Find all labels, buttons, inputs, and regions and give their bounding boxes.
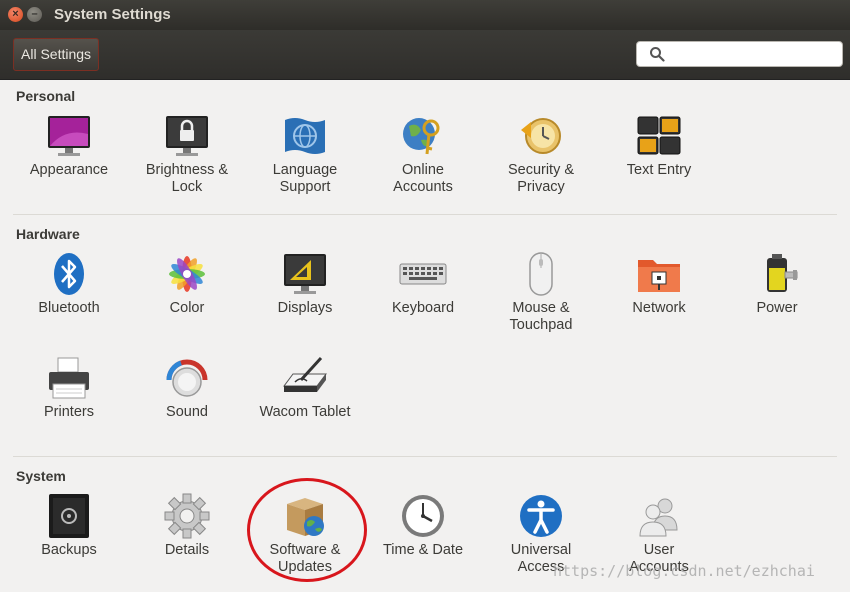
item-label: Power <box>756 300 798 316</box>
item-label: Color <box>169 300 205 316</box>
settings-item-time-date[interactable]: Time & Date <box>364 492 482 559</box>
close-window-button[interactable]: × <box>8 7 23 22</box>
section-title-hardware: Hardware <box>16 226 80 242</box>
settings-item-power[interactable]: Power <box>718 250 836 317</box>
item-label: Network <box>632 300 686 316</box>
item-label: Appearance <box>29 162 109 178</box>
settings-item-printers[interactable]: Printers <box>10 354 128 421</box>
item-label: Displays <box>277 300 333 316</box>
item-label: Time & Date <box>382 542 464 558</box>
settings-content: Personal Appearance Brightness & Lock La… <box>0 80 850 592</box>
close-icon: × <box>12 8 19 20</box>
language-flag-icon <box>285 118 325 154</box>
settings-item-brightness-lock[interactable]: Brightness & Lock <box>128 112 246 196</box>
item-label: Online Accounts <box>393 162 453 195</box>
backups-safe-icon <box>49 494 89 538</box>
window-titlebar: × – System Settings <box>0 0 850 30</box>
brightness-lock-icon <box>166 116 208 156</box>
item-label: Brightness & Lock <box>145 162 229 195</box>
clock-icon <box>402 495 444 537</box>
settings-item-details[interactable]: Details <box>128 492 246 559</box>
item-label: Security & Privacy <box>507 162 575 195</box>
settings-item-color[interactable]: Color <box>128 250 246 317</box>
settings-item-displays[interactable]: Displays <box>246 250 364 317</box>
item-label: Wacom Tablet <box>259 404 351 420</box>
all-settings-button[interactable]: All Settings <box>13 38 100 71</box>
settings-item-security-privacy[interactable]: Security & Privacy <box>482 112 600 196</box>
displays-icon <box>284 254 326 294</box>
keyboard-icon <box>399 263 447 285</box>
section-title-system: System <box>16 468 66 484</box>
settings-item-wacom-tablet[interactable]: Wacom Tablet <box>246 354 364 421</box>
item-label: Details <box>164 542 210 558</box>
red-highlight-circle <box>247 478 367 582</box>
search-input[interactable] <box>636 41 843 67</box>
sound-knob-icon <box>166 359 208 397</box>
minimize-icon: – <box>31 8 38 20</box>
settings-item-online-accounts[interactable]: Online Accounts <box>364 112 482 196</box>
online-accounts-key-icon <box>403 118 440 155</box>
details-gear-icon <box>164 493 210 539</box>
toolbar: All Settings <box>0 30 850 80</box>
settings-item-mouse-touchpad[interactable]: Mouse & Touchpad <box>482 250 600 334</box>
item-label: Keyboard <box>391 300 455 316</box>
settings-item-backups[interactable]: Backups <box>10 492 128 559</box>
window-title: System Settings <box>54 6 171 23</box>
user-accounts-icon <box>639 498 678 537</box>
settings-item-network[interactable]: Network <box>600 250 718 317</box>
bluetooth-icon <box>54 253 84 295</box>
text-entry-icon <box>637 116 681 155</box>
settings-item-appearance[interactable]: Appearance <box>10 112 128 179</box>
item-label: Printers <box>44 404 94 420</box>
universal-access-icon <box>520 495 562 537</box>
item-label: Sound <box>166 404 208 420</box>
watermark-text: https://blog.csdn.net/ezhchai <box>553 562 815 580</box>
item-label: Backups <box>41 542 97 558</box>
settings-item-sound[interactable]: Sound <box>128 354 246 421</box>
printer-icon <box>49 357 89 399</box>
settings-item-bluetooth[interactable]: Bluetooth <box>10 250 128 317</box>
search-icon <box>650 47 665 62</box>
color-wheel-icon <box>169 256 205 292</box>
item-label: Mouse & Touchpad <box>509 300 573 333</box>
security-clock-icon <box>521 118 561 154</box>
settings-item-keyboard[interactable]: Keyboard <box>364 250 482 317</box>
item-label: Text Entry <box>626 162 692 178</box>
minimize-window-button[interactable]: – <box>27 7 42 22</box>
settings-item-text-entry[interactable]: Text Entry <box>600 112 718 179</box>
appearance-icon <box>48 116 90 156</box>
settings-item-language-support[interactable]: Language Support <box>246 112 364 196</box>
network-folder-icon <box>638 260 680 292</box>
section-title-personal: Personal <box>16 88 76 104</box>
power-battery-icon <box>767 254 798 292</box>
wacom-tablet-icon <box>283 356 327 392</box>
item-label: Bluetooth <box>38 300 100 316</box>
mouse-icon <box>529 252 553 296</box>
section-divider <box>13 456 837 457</box>
section-divider <box>13 214 837 215</box>
item-label: Language Support <box>272 162 338 195</box>
